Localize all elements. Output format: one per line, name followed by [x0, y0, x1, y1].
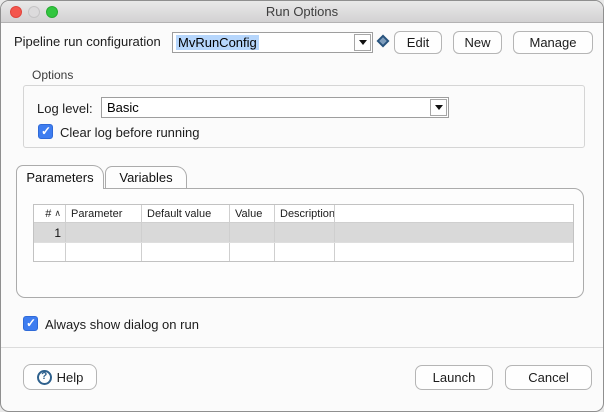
parameters-table: # ∧ Parameter Default value Value Descri…: [33, 204, 574, 262]
column-header-parameter[interactable]: Parameter: [66, 205, 142, 222]
filler-cell[interactable]: [335, 223, 573, 242]
cancel-button[interactable]: Cancel: [505, 365, 592, 390]
parameter-cell[interactable]: [66, 243, 142, 261]
log-level-label: Log level:: [37, 101, 93, 116]
new-button[interactable]: New: [453, 31, 502, 54]
table-row[interactable]: [34, 242, 573, 261]
value-cell[interactable]: [230, 223, 275, 242]
log-level-value: Basic: [105, 100, 141, 115]
table-header-row: # ∧ Parameter Default value Value Descri…: [34, 205, 573, 223]
run-options-dialog: Run Options Pipeline run configuration M…: [0, 0, 604, 412]
filler-cell[interactable]: [335, 243, 573, 261]
edit-button[interactable]: Edit: [394, 31, 442, 54]
run-configuration-value: MvRunConfig: [176, 35, 259, 50]
description-cell[interactable]: [275, 243, 335, 261]
column-header-default-value[interactable]: Default value: [142, 205, 230, 222]
chevron-down-icon[interactable]: [430, 99, 447, 116]
chevron-down-icon[interactable]: [354, 34, 371, 51]
pipeline-config-label: Pipeline run configuration: [14, 34, 161, 49]
window-title: Run Options: [1, 4, 603, 19]
question-mark-icon: [37, 370, 52, 385]
tab-variables[interactable]: Variables: [105, 166, 187, 188]
launch-button[interactable]: Launch: [415, 365, 493, 390]
row-number-cell[interactable]: [34, 243, 66, 261]
sort-ascending-icon: ∧: [54, 208, 61, 219]
column-header-value[interactable]: Value: [230, 205, 275, 222]
column-header-description[interactable]: Description: [275, 205, 335, 222]
tab-variables-label: Variables: [119, 170, 172, 185]
clear-log-checkbox[interactable]: [38, 124, 53, 139]
default-value-cell[interactable]: [142, 243, 230, 261]
always-show-dialog-checkbox[interactable]: [23, 316, 38, 331]
tab-parameters-label: Parameters: [26, 170, 93, 185]
options-group-title: Options: [30, 68, 75, 82]
help-button[interactable]: Help: [23, 364, 97, 390]
tab-parameters[interactable]: Parameters: [16, 165, 104, 189]
column-header-filler: [335, 205, 573, 222]
always-show-dialog-label[interactable]: Always show dialog on run: [45, 317, 199, 332]
row-number-cell[interactable]: 1: [34, 223, 66, 242]
column-header-num[interactable]: # ∧: [34, 205, 66, 222]
diamond-icon: [376, 34, 390, 48]
value-cell[interactable]: [230, 243, 275, 261]
default-value-cell[interactable]: [142, 223, 230, 242]
help-button-label: Help: [57, 370, 84, 385]
description-cell[interactable]: [275, 223, 335, 242]
clear-log-label[interactable]: Clear log before running: [60, 125, 199, 140]
run-configuration-combobox[interactable]: MvRunConfig: [172, 32, 373, 53]
parameter-cell[interactable]: [66, 223, 142, 242]
table-row[interactable]: 1: [34, 223, 573, 242]
footer-divider: [1, 347, 604, 348]
log-level-combobox[interactable]: Basic: [101, 97, 449, 118]
title-bar[interactable]: Run Options: [1, 1, 603, 23]
manage-button[interactable]: Manage: [513, 31, 593, 54]
